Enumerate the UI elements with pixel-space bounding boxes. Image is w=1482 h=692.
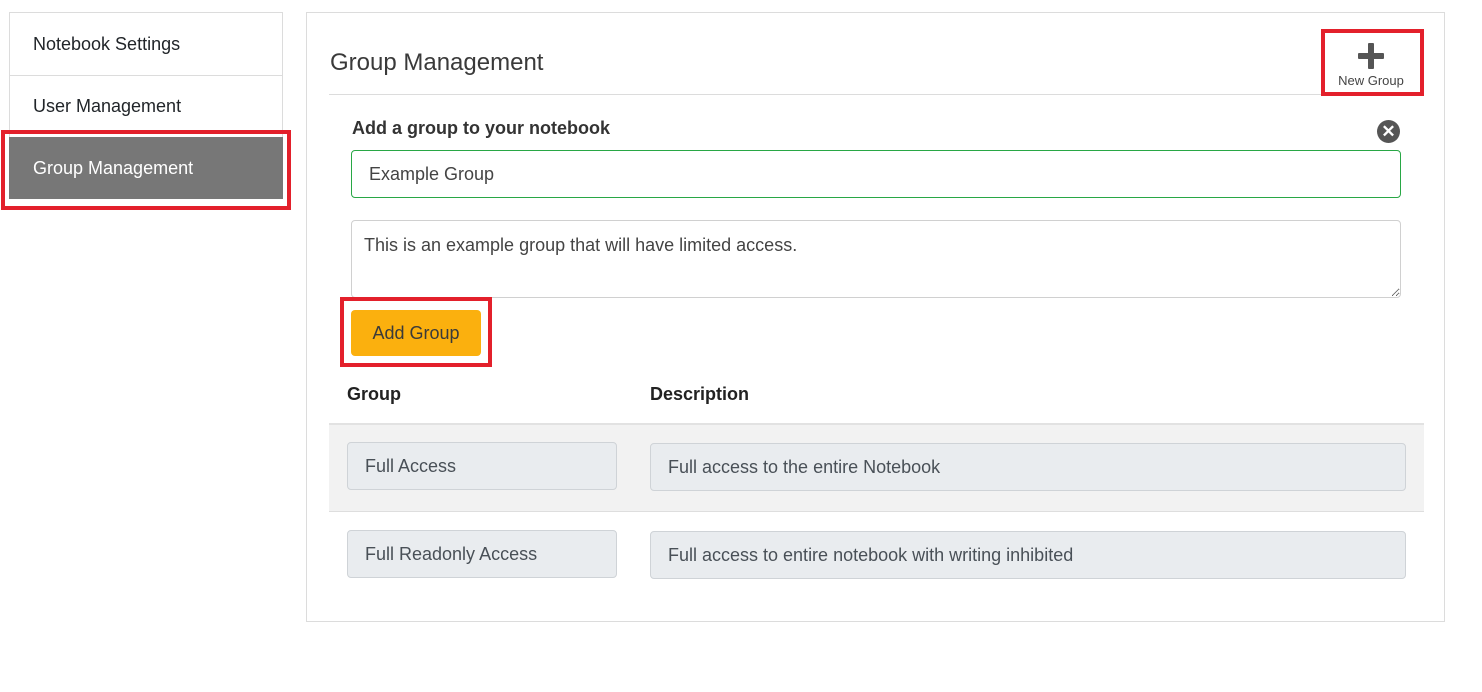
- new-group-label: New Group: [1338, 73, 1404, 88]
- sidebar-item-label: Group Management: [33, 157, 194, 178]
- column-header-group: Group: [347, 384, 401, 404]
- new-group-button[interactable]: New Group: [1329, 37, 1413, 93]
- group-description-field[interactable]: Full access to the entire Notebook: [650, 443, 1406, 491]
- sidebar-item-label: Notebook Settings: [33, 33, 181, 54]
- page-title: Group Management: [330, 49, 544, 76]
- divider: [329, 94, 1424, 95]
- sidebar-item-label: User Management: [33, 96, 182, 116]
- form-title: Add a group to your notebook: [352, 118, 610, 138]
- group-name-field[interactable]: Full Readonly Access: [347, 530, 617, 578]
- group-description-textarea[interactable]: This is an example group that will have …: [351, 220, 1401, 298]
- close-icon[interactable]: ✕: [1377, 120, 1400, 143]
- sidebar-item-user-management[interactable]: User Management: [9, 75, 283, 137]
- plus-icon: [1356, 41, 1386, 71]
- settings-sidebar: Notebook Settings User Management Group …: [9, 12, 283, 199]
- sidebar-item-group-management[interactable]: Group Management: [9, 137, 283, 199]
- group-description-field[interactable]: Full access to entire notebook with writ…: [650, 531, 1406, 579]
- row-divider: [329, 511, 1424, 512]
- group-management-panel: Group Management New Group Add a group t…: [306, 12, 1445, 622]
- column-header-description: Description: [650, 384, 750, 404]
- group-name-field[interactable]: Full Access: [347, 442, 617, 490]
- group-name-input[interactable]: [351, 150, 1401, 198]
- add-group-button[interactable]: Add Group: [351, 310, 481, 356]
- sidebar-item-notebook-settings[interactable]: Notebook Settings: [9, 12, 283, 75]
